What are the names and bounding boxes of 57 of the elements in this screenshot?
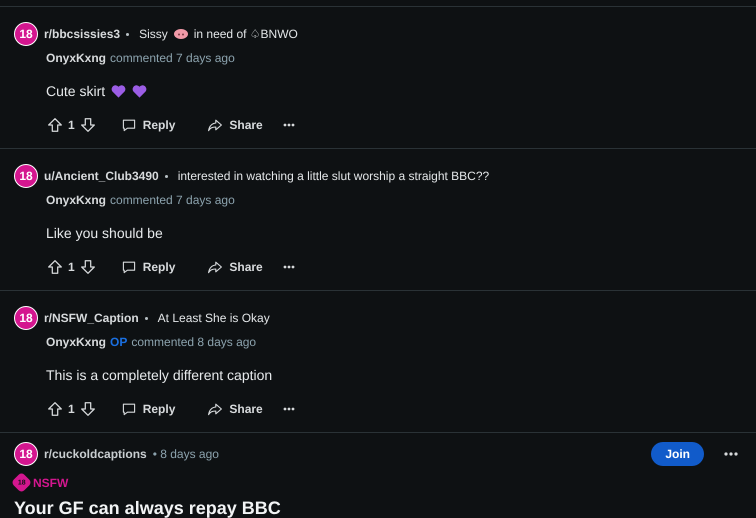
reply-button[interactable]: Reply bbox=[112, 395, 184, 423]
post-time: • 8 days ago bbox=[152, 447, 219, 461]
separator-dot bbox=[126, 32, 130, 36]
comment-text: This is a completely different caption bbox=[46, 367, 272, 383]
comment-post-title: Sissy bbox=[139, 27, 168, 41]
comment-post-title: in need of ♤BNWO bbox=[194, 27, 298, 41]
upvote-icon bbox=[46, 258, 64, 276]
post-title[interactable]: Your GF can always repay BBC bbox=[14, 498, 742, 518]
vote-count: 1 bbox=[68, 260, 75, 274]
nsfw-label: NSFW bbox=[33, 476, 68, 490]
comment-time: commented 8 days ago bbox=[131, 335, 256, 349]
downvote-icon bbox=[78, 400, 97, 418]
more-icon bbox=[724, 452, 738, 456]
community-link[interactable]: r/NSFW_Caption bbox=[44, 311, 139, 325]
community-avatar[interactable]: 18 bbox=[14, 22, 38, 46]
comment-post-title: interested in watching a little slut worship a straight BBC?? bbox=[178, 169, 490, 183]
comment-icon bbox=[120, 259, 137, 275]
share-icon bbox=[207, 117, 224, 133]
community-avatar[interactable]: 18 bbox=[14, 442, 38, 466]
share-button[interactable]: Share bbox=[199, 395, 271, 423]
comment-text: Like you should be bbox=[46, 225, 163, 241]
downvote-icon bbox=[78, 258, 97, 276]
community-link[interactable]: u/Ancient_Club3490 bbox=[44, 169, 159, 183]
comment-post-title: At Least She is Okay bbox=[158, 311, 270, 325]
heart-emoji-icon bbox=[111, 84, 126, 98]
comment-author[interactable]: OnyxKxng bbox=[46, 51, 106, 65]
share-icon bbox=[207, 259, 224, 275]
separator-dot bbox=[164, 174, 168, 178]
upvote-icon bbox=[46, 400, 64, 418]
join-button[interactable]: Join bbox=[651, 442, 704, 466]
community-link[interactable]: r/cuckoldcaptions bbox=[44, 447, 147, 461]
heart-emoji-icon bbox=[132, 84, 148, 98]
pig-emoji-icon bbox=[174, 29, 188, 39]
upvote-icon bbox=[46, 116, 64, 134]
separator-dot bbox=[144, 316, 148, 320]
comment-icon bbox=[120, 117, 137, 133]
reply-button[interactable]: Reply bbox=[112, 253, 184, 281]
community-avatar[interactable]: 18 bbox=[14, 306, 38, 330]
op-label: OP bbox=[110, 335, 128, 349]
reply-button[interactable]: Reply bbox=[112, 111, 184, 139]
more-icon bbox=[282, 265, 295, 269]
community-link[interactable]: r/bbcsissies3 bbox=[44, 27, 120, 41]
share-icon bbox=[207, 401, 224, 417]
more-icon bbox=[282, 123, 295, 127]
vote-count: 1 bbox=[68, 402, 75, 416]
comment-author[interactable]: OnyxKxng bbox=[46, 193, 106, 207]
comment-author[interactable]: OnyxKxng bbox=[46, 335, 106, 349]
vote-count: 1 bbox=[68, 118, 75, 132]
more-icon bbox=[282, 407, 295, 411]
comment-text: Cute skirt bbox=[46, 83, 106, 99]
share-button[interactable]: Share bbox=[199, 111, 271, 139]
comment-time: commented 7 days ago bbox=[110, 51, 235, 65]
community-avatar[interactable]: 18 bbox=[14, 164, 38, 188]
comment-icon bbox=[120, 401, 137, 417]
share-button[interactable]: Share bbox=[199, 253, 271, 281]
downvote-icon bbox=[78, 116, 97, 134]
comment-time: commented 7 days ago bbox=[110, 193, 235, 207]
